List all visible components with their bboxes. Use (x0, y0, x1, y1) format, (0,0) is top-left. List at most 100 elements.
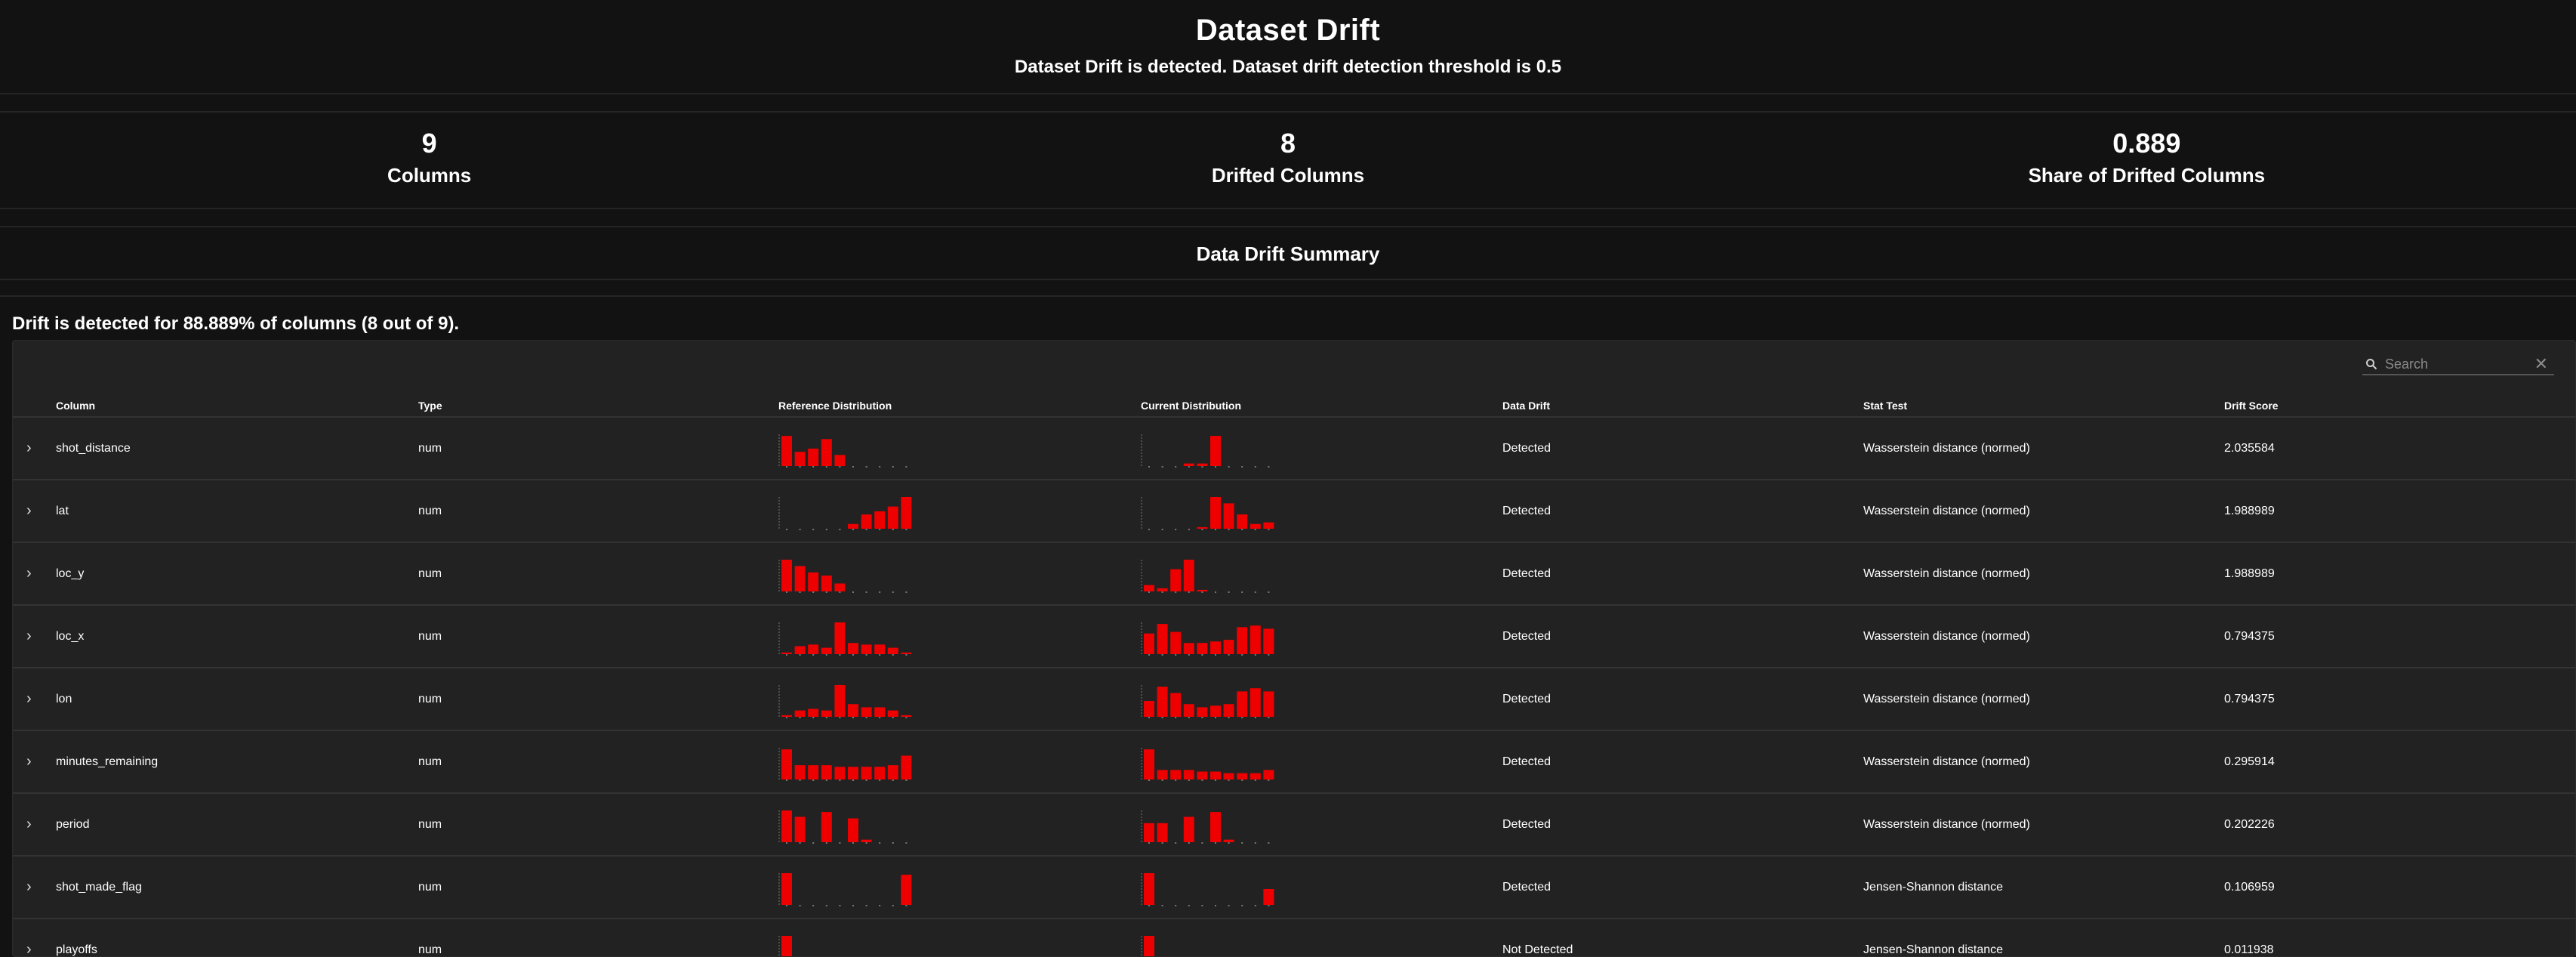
cell-data-drift: Detected (1502, 818, 1551, 831)
reference-distribution-bar (834, 685, 846, 717)
current-distribution-bar (1223, 773, 1234, 779)
header-reference-distribution[interactable]: Reference Distribution (778, 400, 892, 412)
spark-tick (865, 654, 867, 656)
cell-type: num (418, 442, 442, 455)
spark-tick (905, 591, 907, 593)
spark-tick (1148, 466, 1150, 468)
spark-tick (1175, 842, 1177, 844)
spark-tick (1161, 654, 1163, 656)
chevron-right-icon[interactable]: › (26, 731, 32, 792)
table-row[interactable]: › loc_y num Detected Wasserstein distance (n… (13, 543, 2575, 606)
spark-tick (1268, 466, 1270, 468)
current-distribution-bar (1249, 523, 1261, 529)
current-distribution-chart (1141, 748, 1274, 781)
spark-tick (865, 842, 867, 844)
chevron-right-icon[interactable]: › (26, 480, 32, 542)
spark-tick (1215, 591, 1216, 593)
cell-drift-score: 0.011938 (2224, 943, 2274, 956)
spark-tick (812, 717, 815, 718)
header-data-drift[interactable]: Data Drift (1502, 400, 1550, 412)
search-input[interactable] (2385, 356, 2527, 372)
spark-tick (1201, 905, 1203, 906)
section-divider (0, 94, 2576, 113)
spark-tick (879, 591, 881, 593)
cell-drift-score: 0.295914 (2224, 755, 2275, 768)
spark-tick (1175, 466, 1177, 468)
table-row[interactable]: › lat num Detected Wasserstein distance (nor… (13, 480, 2575, 543)
spark-tick (1161, 591, 1163, 593)
spark-tick (839, 591, 841, 593)
chevron-right-icon[interactable]: › (26, 794, 32, 855)
current-distribution-bar (1183, 770, 1194, 779)
spark-tick (1188, 779, 1190, 781)
header-type[interactable]: Type (418, 400, 442, 412)
current-distribution-bar (1210, 641, 1221, 654)
reference-distribution-bar (901, 652, 912, 654)
reference-distribution-bar (861, 767, 872, 779)
spark-tick (1254, 842, 1256, 844)
search-box[interactable]: ✕ (2362, 354, 2554, 375)
spark-tick (1148, 717, 1150, 718)
current-distribution-bar (1170, 693, 1182, 717)
reference-distribution-bar (821, 765, 832, 779)
current-distribution-chart (1141, 873, 1274, 906)
cell-stat-test: Wasserstein distance (normed) (1863, 693, 2030, 705)
chevron-right-icon[interactable]: › (26, 543, 32, 604)
table-body: › shot_distance num Detected Wasserstein dis… (13, 418, 2575, 956)
reference-distribution-bar (808, 765, 819, 779)
spark-tick (1148, 591, 1150, 593)
table-row[interactable]: › minutes_remaining num Detected Wasserstein… (13, 731, 2575, 794)
table-row[interactable]: › period num Detected Wasserstein distance (… (13, 794, 2575, 857)
reference-distribution-bar (874, 767, 886, 779)
reference-distribution-bar (874, 511, 886, 529)
header-column[interactable]: Column (56, 400, 95, 412)
spark-tick (1188, 529, 1190, 530)
cell-column-name: shot_distance (56, 442, 131, 455)
spark-tick (892, 529, 894, 530)
current-distribution-chart (1141, 434, 1270, 468)
reference-distribution-bar (887, 647, 898, 654)
spark-tick (1241, 717, 1243, 718)
spark-tick (852, 654, 854, 656)
cell-stat-test: Wasserstein distance (normed) (1863, 818, 2030, 831)
spark-tick (892, 466, 894, 468)
chevron-right-icon[interactable]: › (26, 606, 32, 667)
spark-tick (905, 529, 907, 530)
current-distribution-bar (1183, 704, 1194, 717)
reference-distribution-bar (781, 436, 792, 466)
table-row[interactable]: › lon num Detected Wasserstein distance (nor… (13, 668, 2575, 731)
spark-tick (1228, 466, 1230, 468)
cell-type: num (418, 755, 442, 768)
spark-tick (1148, 654, 1150, 656)
spark-tick (1201, 466, 1203, 468)
counter-value: 9 (421, 128, 437, 159)
chevron-right-icon[interactable]: › (26, 668, 32, 730)
spark-tick (879, 654, 881, 656)
header-current-distribution[interactable]: Current Distribution (1141, 400, 1241, 412)
reference-distribution-bar (874, 644, 886, 654)
spark-tick (1161, 842, 1163, 844)
spark-tick (1215, 779, 1216, 781)
header-drift-score[interactable]: Drift Score (2224, 400, 2279, 412)
spark-tick (839, 842, 841, 844)
spark-tick (892, 654, 894, 656)
chevron-right-icon[interactable]: › (26, 857, 32, 918)
cell-data-drift: Detected (1502, 693, 1551, 705)
chevron-right-icon[interactable]: › (26, 418, 32, 479)
spark-tick (799, 779, 801, 781)
spark-tick (892, 717, 894, 718)
table-header: Column Type Reference Distribution Curre… (13, 395, 2575, 418)
table-row[interactable]: › loc_x num Detected Wasserstein distance (n… (13, 606, 2575, 668)
chevron-right-icon[interactable]: › (26, 919, 32, 956)
current-distribution-bar (1223, 640, 1234, 654)
cell-stat-test: Jensen-Shannon distance (1863, 943, 2004, 956)
table-row[interactable]: › playoffs num Not Detected Jensen-Shannon d… (13, 919, 2575, 956)
spark-tick (1175, 717, 1177, 718)
close-icon[interactable]: ✕ (2534, 356, 2554, 372)
table-row[interactable]: › shot_made_flag num Detected Jensen-Shannon… (13, 857, 2575, 919)
table-row[interactable]: › shot_distance num Detected Wasserstein dis… (13, 418, 2575, 480)
spark-tick (1161, 529, 1163, 530)
spark-tick (852, 779, 854, 781)
header-stat-test[interactable]: Stat Test (1863, 400, 1907, 412)
spark-tick (825, 654, 827, 656)
